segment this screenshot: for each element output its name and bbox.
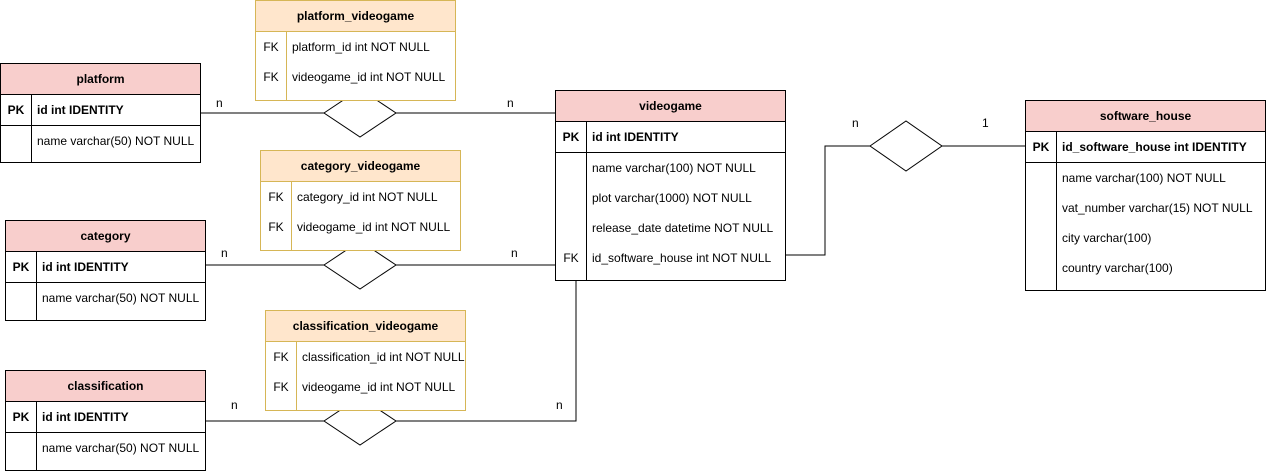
key-badge: PK — [12, 410, 30, 424]
table-row: name varchar(100) NOT NULL — [556, 153, 785, 183]
entity-category[interactable]: category PK id int IDENTITY name varchar… — [5, 220, 206, 321]
assoc-category-videogame[interactable]: category_videogame FK category_id int NO… — [260, 150, 461, 251]
key-badge: FK — [273, 380, 289, 394]
column-def: id int IDENTITY — [592, 130, 679, 144]
key-badge: FK — [563, 251, 579, 265]
table-title: platform — [1, 64, 200, 95]
entity-platform[interactable]: platform PK id int IDENTITY name varchar… — [0, 63, 201, 163]
table-row: FK videogame_id int NOT NULL — [256, 62, 455, 92]
table-row-pk: PK id int IDENTITY — [556, 122, 785, 153]
table-row-pk: PK id int IDENTITY — [6, 252, 205, 283]
column-def: name varchar(100) NOT NULL — [592, 161, 756, 175]
table-row: name varchar(100) NOT NULL — [1026, 163, 1265, 193]
table-row: name varchar(50) NOT NULL — [1, 126, 200, 156]
table-row-pk: PK id_software_house int IDENTITY — [1026, 132, 1265, 163]
column-def: name varchar(100) NOT NULL — [1062, 171, 1226, 185]
table-row: FK id_software_house int NOT NULL — [556, 243, 785, 273]
column-def: category_id int NOT NULL — [297, 190, 438, 204]
column-def: plot varchar(1000) NOT NULL — [592, 191, 752, 205]
key-badge: FK — [263, 70, 279, 84]
key-badge: PK — [1032, 140, 1050, 154]
column-def: classification_id int NOT NULL — [302, 350, 465, 364]
table-row-pk: PK id int IDENTITY — [1, 95, 200, 126]
entity-software-house[interactable]: software_house PK id_software_house int … — [1025, 100, 1266, 291]
entity-videogame[interactable]: videogame PK id int IDENTITY name varcha… — [555, 90, 786, 281]
column-def: name varchar(50) NOT NULL — [42, 291, 200, 305]
key-badge: PK — [12, 260, 30, 274]
key-badge: PK — [7, 103, 25, 117]
column-def: videogame_id int NOT NULL — [292, 70, 446, 84]
table-row: vat_number varchar(15) NOT NULL — [1026, 193, 1265, 223]
cardinality-label: 1 — [982, 116, 989, 130]
relationship-diamond-software-house — [869, 120, 943, 172]
column-def: videogame_id int NOT NULL — [302, 380, 456, 394]
table-title: software_house — [1026, 101, 1265, 132]
table-title: classification_videogame — [266, 311, 465, 342]
cardinality-label: n — [221, 246, 228, 260]
column-def: id int IDENTITY — [42, 410, 129, 424]
table-row: FK classification_id int NOT NULL — [266, 342, 465, 372]
table-row-pk: PK id int IDENTITY — [6, 402, 205, 433]
table-row: FK category_id int NOT NULL — [261, 182, 460, 212]
table-row: city varchar(100) — [1026, 223, 1265, 253]
assoc-classification-videogame[interactable]: classification_videogame FK classificati… — [265, 310, 466, 411]
column-def: country varchar(100) — [1062, 261, 1173, 275]
table-row: name varchar(50) NOT NULL — [6, 433, 205, 463]
key-badge: FK — [268, 190, 284, 204]
column-def: id_software_house int IDENTITY — [1062, 140, 1247, 154]
cardinality-label: n — [231, 398, 238, 412]
table-title: classification — [6, 371, 205, 402]
table-title: category — [6, 221, 205, 252]
cardinality-label: n — [511, 246, 518, 260]
table-title: category_videogame — [261, 151, 460, 182]
column-def: platform_id int NOT NULL — [292, 40, 430, 54]
table-row: FK platform_id int NOT NULL — [256, 32, 455, 62]
column-def: name varchar(50) NOT NULL — [42, 441, 200, 455]
cardinality-label: n — [216, 96, 223, 110]
cardinality-label: n — [556, 398, 563, 412]
column-def: vat_number varchar(15) NOT NULL — [1062, 201, 1253, 215]
column-def: id int IDENTITY — [42, 260, 129, 274]
cardinality-label: n — [507, 96, 514, 110]
key-badge: FK — [263, 40, 279, 54]
column-def: videogame_id int NOT NULL — [297, 220, 451, 234]
column-def: city varchar(100) — [1062, 231, 1152, 245]
column-def: release_date datetime NOT NULL — [592, 221, 774, 235]
table-row: release_date datetime NOT NULL — [556, 213, 785, 243]
table-row: country varchar(100) — [1026, 253, 1265, 283]
key-badge: FK — [273, 350, 289, 364]
table-title: platform_videogame — [256, 1, 455, 32]
key-badge: FK — [268, 220, 284, 234]
assoc-platform-videogame[interactable]: platform_videogame FK platform_id int NO… — [255, 0, 456, 101]
table-row: plot varchar(1000) NOT NULL — [556, 183, 785, 213]
entity-classification[interactable]: classification PK id int IDENTITY name v… — [5, 370, 206, 471]
table-row: FK videogame_id int NOT NULL — [266, 372, 465, 402]
column-def: name varchar(50) NOT NULL — [37, 134, 195, 148]
key-badge: PK — [562, 130, 580, 144]
table-title: videogame — [556, 91, 785, 122]
column-def: id int IDENTITY — [37, 103, 124, 117]
column-def: id_software_house int NOT NULL — [592, 251, 772, 265]
table-row: FK videogame_id int NOT NULL — [261, 212, 460, 242]
table-row: name varchar(50) NOT NULL — [6, 283, 205, 313]
cardinality-label: n — [852, 116, 859, 130]
